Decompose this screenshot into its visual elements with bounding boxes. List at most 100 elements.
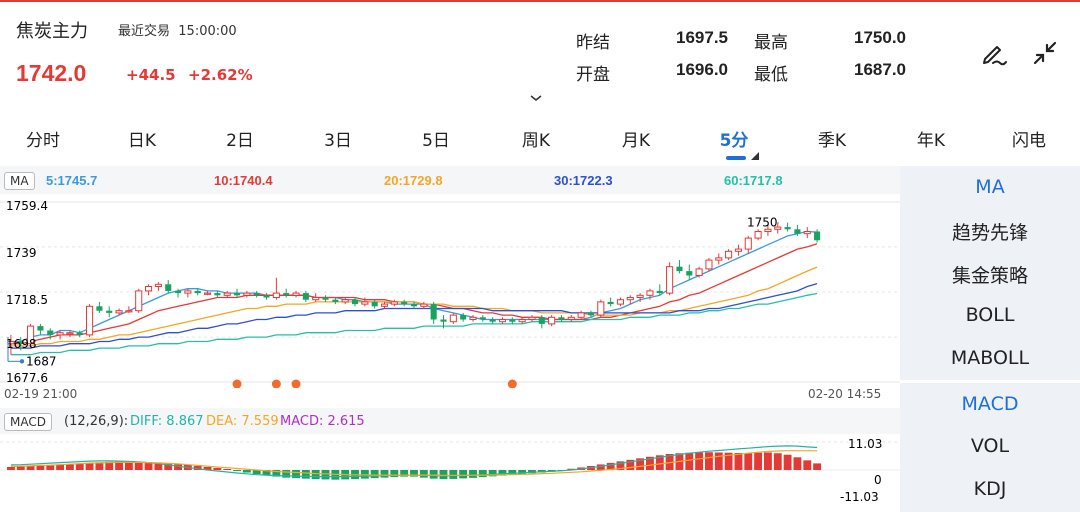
open-label: 开盘: [576, 65, 610, 85]
x-axis-end-label: 02-20 14:55: [808, 387, 882, 401]
candle-body: [410, 304, 418, 307]
high-annotation: 1750: [747, 216, 778, 230]
indicator-kdj[interactable]: KDJ: [900, 478, 1080, 500]
indicator-trend[interactable]: 趋势先锋: [900, 218, 1080, 245]
candle-body: [725, 250, 733, 259]
low-label: 最低: [754, 65, 788, 85]
y-axis-label-3: 1718.5: [6, 293, 48, 307]
tab-month-k[interactable]: 月K: [622, 126, 650, 151]
indicator-maboll[interactable]: MABOLL: [900, 347, 1080, 369]
collapse-arrows-icon[interactable]: [1028, 36, 1062, 70]
x-axis-start-label: 02-19 21:00: [4, 387, 78, 401]
indicator-strategy[interactable]: 集金策略: [900, 261, 1080, 288]
candle: [597, 299, 605, 318]
macd-chart[interactable]: 11.03 0 -11.03: [0, 434, 900, 512]
candle: [567, 315, 575, 322]
candle: [498, 317, 507, 324]
macd-hist-value: MACD: 2.615: [280, 414, 365, 429]
ma30-value: 30:1722.3: [554, 173, 613, 188]
candle-body: [616, 299, 625, 305]
macd-bar: [803, 460, 812, 470]
candle: [715, 253, 723, 265]
recent-trade-label: 最近交易: [118, 24, 171, 39]
candle: [233, 288, 241, 298]
candle-body: [272, 292, 280, 299]
candle-body: [744, 237, 752, 250]
tab-quarter-k[interactable]: 季K: [818, 126, 846, 151]
tab-5day[interactable]: 5日: [422, 126, 450, 151]
tab-3day[interactable]: 3日: [324, 126, 352, 151]
candle-body: [469, 316, 477, 321]
candle: [272, 277, 280, 300]
macd-badge[interactable]: MACD: [4, 413, 52, 431]
candle-body: [646, 290, 654, 296]
dropdown-triangle-icon[interactable]: [751, 145, 759, 164]
candle: [814, 229, 821, 243]
indicator-sidebar: MA 趋势先锋 集金策略 BOLL MABOLL MACD VOL KDJ: [900, 166, 1080, 512]
tab-flash[interactable]: 闪电: [1012, 126, 1046, 151]
candle-body: [361, 301, 369, 305]
candle-body: [125, 310, 133, 313]
candle-body: [322, 297, 329, 300]
candle-body: [734, 248, 742, 252]
period-tabs: 分时 日K 2日 3日 5日 周K 月K 5分 季K 年K 闪电: [0, 118, 1080, 162]
candle-body: [115, 310, 123, 314]
macd-bar: [242, 470, 251, 473]
low-annotation: 1687: [26, 354, 57, 368]
candle-body: [558, 317, 565, 320]
signal-dot: [232, 379, 242, 388]
tab-intraday[interactable]: 分时: [26, 126, 60, 151]
candle-body: [715, 257, 723, 261]
low-marker-dot: [19, 359, 25, 364]
recent-trade-info: 最近交易 15:00:00: [118, 20, 237, 39]
candle-body: [175, 290, 182, 294]
candle-body: [666, 266, 674, 294]
ma20-value: 20:1729.8: [384, 173, 443, 188]
candle: [803, 227, 811, 239]
candle: [165, 279, 172, 294]
tab-day-k[interactable]: 日K: [128, 126, 156, 151]
pen-draw-icon[interactable]: [976, 36, 1010, 70]
macd-bar: [695, 452, 704, 470]
chevron-down-icon[interactable]: [529, 88, 543, 107]
top-accent-line: [0, 0, 1080, 2]
y-axis-label-max: 1759.4: [6, 199, 48, 213]
macd-bar: [459, 470, 468, 479]
candlestick-chart[interactable]: 1759.4 1739 1718.5 1698 1677.6 1750 1687: [0, 194, 900, 388]
candle-body: [686, 271, 693, 276]
candle-body: [292, 292, 300, 296]
candle-body: [135, 290, 143, 312]
macd-bar: [85, 462, 94, 470]
candle-body: [56, 332, 64, 336]
tab-year-k[interactable]: 年K: [917, 126, 945, 151]
indicator-boll[interactable]: BOLL: [900, 304, 1080, 326]
macd-dea-value: DEA: 7.559: [206, 414, 279, 429]
candle-body: [37, 326, 44, 331]
macd-axis-max: 11.03: [848, 437, 882, 451]
candle-body: [705, 259, 713, 270]
tab-2day[interactable]: 2日: [226, 126, 254, 151]
tab-5min[interactable]: 5分: [720, 126, 749, 151]
indicator-vol[interactable]: VOL: [900, 435, 1080, 457]
candle: [371, 299, 378, 309]
candle-body: [528, 316, 536, 321]
candle: [548, 315, 556, 327]
macd-bar: [144, 462, 153, 470]
macd-bar: [744, 453, 753, 470]
candle: [705, 257, 713, 272]
y-axis-label-min: 1677.6: [6, 371, 48, 385]
candle: [37, 323, 44, 335]
macd-bar: [223, 468, 232, 470]
ma-badge[interactable]: MA: [4, 172, 35, 190]
candle: [401, 299, 408, 307]
candle-body: [145, 285, 153, 292]
indicator-ma[interactable]: MA: [900, 176, 1080, 198]
tab-week-k[interactable]: 周K: [522, 126, 550, 151]
candle: [420, 301, 428, 309]
y-axis-label-4: 1698: [6, 337, 37, 351]
indicator-macd[interactable]: MACD: [900, 393, 1080, 415]
macd-axis-zero: 0: [874, 473, 882, 487]
candle-body: [351, 299, 359, 305]
candle: [86, 304, 94, 338]
macd-bar: [439, 470, 448, 480]
